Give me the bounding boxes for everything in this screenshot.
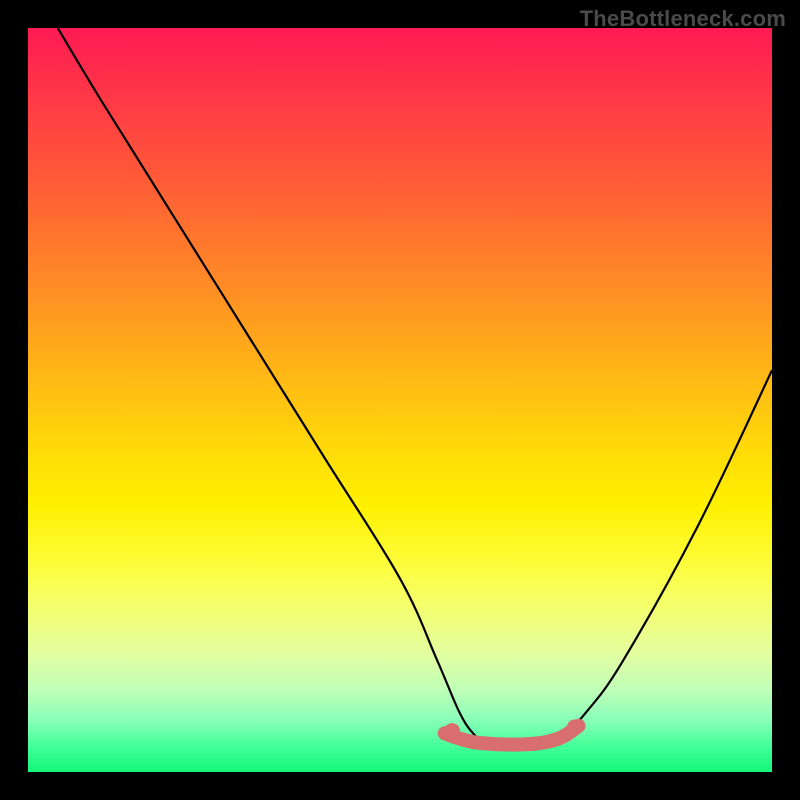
dot-2 bbox=[567, 719, 583, 735]
chart-svg bbox=[28, 28, 772, 772]
dot-1 bbox=[444, 723, 460, 739]
plot-area bbox=[28, 28, 772, 772]
frame: TheBottleneck.com bbox=[0, 0, 800, 800]
bottom-highlight bbox=[445, 726, 579, 745]
bottleneck-curve bbox=[58, 28, 772, 750]
